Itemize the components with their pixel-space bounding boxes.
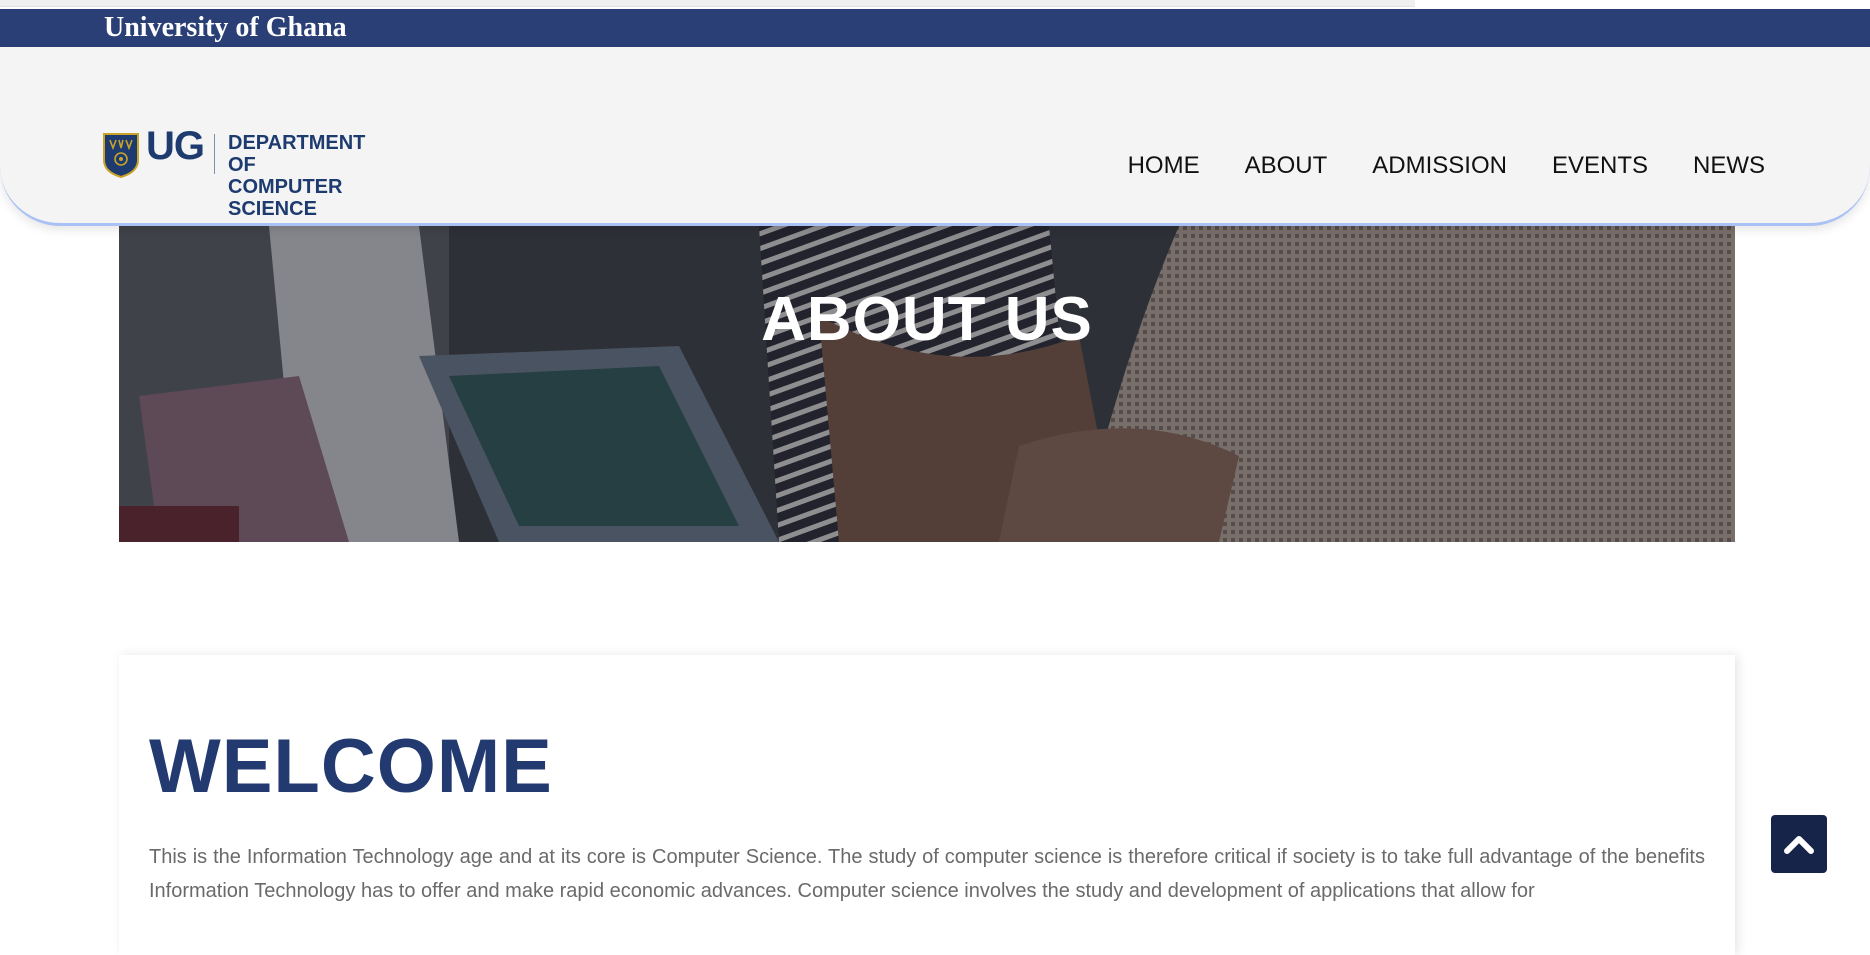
- nav-item-admission[interactable]: ADMISSION: [1372, 152, 1507, 180]
- logo-department-name: DEPARTMENT OF COMPUTER SCIENCE: [228, 132, 365, 220]
- hero-title: ABOUT US: [761, 285, 1093, 354]
- university-title: University of Ghana: [104, 12, 347, 43]
- nav-item-home[interactable]: HOME: [1128, 152, 1200, 180]
- welcome-section: WELCOME This is the Information Technolo…: [119, 655, 1735, 955]
- about-hero-banner: ABOUT US: [119, 226, 1735, 542]
- hero-background-image: [119, 226, 1735, 542]
- logo-dept-line2: COMPUTER SCIENCE: [228, 176, 343, 220]
- scroll-to-top-button[interactable]: [1771, 815, 1827, 873]
- logo-ug-text: UG: [146, 124, 205, 168]
- nav-item-events[interactable]: EVENTS: [1552, 152, 1648, 180]
- browser-top-line: [0, 0, 1415, 7]
- logo-divider: [214, 134, 215, 174]
- ug-crest-icon: [103, 133, 139, 178]
- welcome-paragraph: This is the Information Technology age a…: [149, 846, 1705, 902]
- nav-item-news[interactable]: NEWS: [1693, 152, 1765, 180]
- nav-item-about[interactable]: ABOUT: [1245, 152, 1328, 180]
- logo-dept-line1: DEPARTMENT OF: [228, 132, 366, 176]
- welcome-heading: WELCOME: [149, 724, 553, 809]
- university-banner: University of Ghana: [0, 9, 1870, 47]
- main-nav: HOME ABOUT ADMISSION EVENTS NEWS: [1128, 152, 1765, 180]
- chevron-up-icon: [1784, 836, 1814, 854]
